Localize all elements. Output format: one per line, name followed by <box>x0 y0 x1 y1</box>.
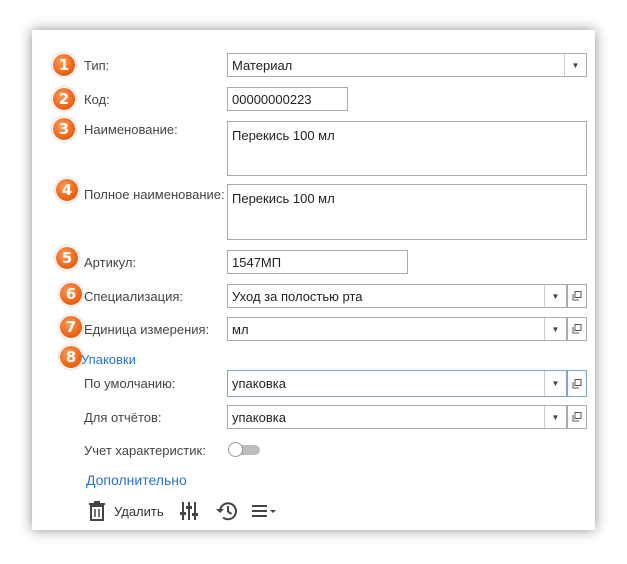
name-value: Перекись 100 мл <box>232 128 335 143</box>
step-badge-7: 7 <box>59 315 83 339</box>
history-button[interactable] <box>215 501 237 521</box>
open-specialization-button[interactable] <box>567 284 587 308</box>
delete-label: Удалить <box>114 503 164 519</box>
history-icon <box>216 502 237 521</box>
unit-value: мл <box>232 321 249 337</box>
default-packaging-label: По умолчанию: <box>84 376 176 391</box>
more-actions-button[interactable] <box>252 503 278 519</box>
sliders-icon <box>180 502 198 520</box>
article-value: 1547МП <box>232 254 282 270</box>
characteristics-toggle[interactable] <box>228 442 261 457</box>
code-label: Код: <box>84 92 110 107</box>
open-reports-packaging-button[interactable] <box>567 405 587 429</box>
open-window-icon <box>572 291 582 301</box>
open-window-icon <box>572 412 582 422</box>
full-name-label: Полное наименование: <box>84 187 225 202</box>
reports-packaging-select[interactable]: упаковка ▼ <box>227 405 567 429</box>
step-badge-6: 6 <box>59 282 83 306</box>
specialization-label: Специализация: <box>84 289 183 304</box>
step-badge-1: 1 <box>52 53 76 77</box>
step-badge-8: 8 <box>59 345 83 369</box>
packaging-link[interactable]: Упаковки <box>81 352 136 367</box>
type-label: Тип: <box>84 58 110 73</box>
delete-button[interactable]: Удалить <box>88 501 164 521</box>
specialization-select[interactable]: Уход за полостью рта ▼ <box>227 284 567 308</box>
full-name-textarea[interactable]: Перекись 100 мл <box>227 184 587 240</box>
chevron-down-icon[interactable]: ▼ <box>544 285 566 307</box>
default-packaging-value: упаковка <box>232 376 286 391</box>
chevron-down-icon[interactable]: ▼ <box>544 371 566 396</box>
step-badge-5: 5 <box>55 246 79 270</box>
full-name-value: Перекись 100 мл <box>232 191 335 206</box>
type-value: Материал <box>232 57 293 73</box>
open-window-icon <box>572 324 582 334</box>
code-value: 00000000223 <box>232 91 312 107</box>
specialization-value: Уход за полостью рта <box>232 288 363 304</box>
open-unit-button[interactable] <box>567 317 587 341</box>
characteristics-label: Учет характеристик: <box>84 443 206 458</box>
chevron-down-icon[interactable]: ▼ <box>564 54 586 76</box>
settings-button[interactable] <box>179 501 199 521</box>
type-select[interactable]: Материал ▼ <box>227 53 587 77</box>
toggle-knob <box>228 442 243 457</box>
name-label: Наименование: <box>84 122 178 137</box>
open-default-packaging-button[interactable] <box>567 370 587 397</box>
unit-select[interactable]: мл ▼ <box>227 317 567 341</box>
menu-icon <box>252 505 276 517</box>
article-input[interactable]: 1547МП <box>227 250 408 274</box>
reports-packaging-value: упаковка <box>232 409 286 425</box>
step-badge-4: 4 <box>55 178 79 202</box>
step-badge-3: 3 <box>52 117 76 141</box>
code-input[interactable]: 00000000223 <box>227 87 348 111</box>
default-packaging-select[interactable]: упаковка ▼ <box>227 370 567 397</box>
open-window-icon <box>572 378 582 388</box>
article-label: Артикул: <box>84 255 137 270</box>
unit-label: Единица измерения: <box>84 322 210 337</box>
trash-icon <box>89 501 105 521</box>
more-link[interactable]: Дополнительно <box>86 472 187 488</box>
step-badge-2: 2 <box>52 87 76 111</box>
chevron-down-icon[interactable]: ▼ <box>544 318 566 340</box>
chevron-down-icon[interactable]: ▼ <box>544 406 566 428</box>
reports-packaging-label: Для отчётов: <box>84 410 162 425</box>
name-textarea[interactable]: Перекись 100 мл <box>227 121 587 176</box>
